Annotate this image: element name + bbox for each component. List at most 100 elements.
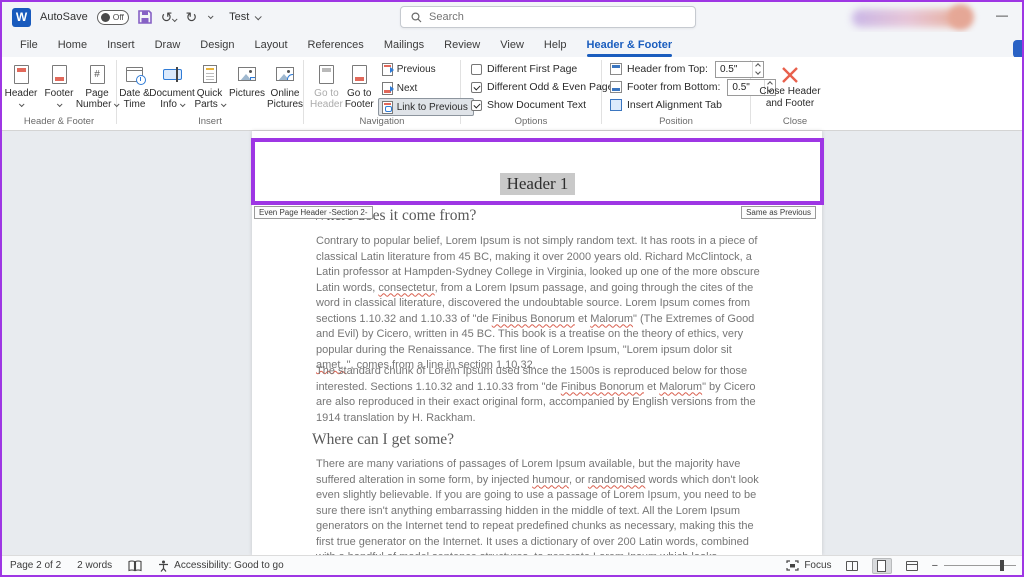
title-bar: W AutoSave Off ↺ ↻ Test — [2, 2, 1022, 32]
document-canvas: Header 1 Even Page Header -Section 2- Sa… [2, 131, 1022, 555]
tab-mailings[interactable]: Mailings [374, 35, 434, 55]
save-icon[interactable] [138, 10, 152, 24]
show-document-text-checkbox[interactable]: Show Document Text [461, 96, 601, 114]
doc-paragraph-1: Contrary to popular belief, Lorem Ipsum … [316, 234, 768, 374]
group-label-close: Close [751, 116, 839, 127]
document-title[interactable]: Test [229, 11, 260, 23]
header-from-top-input[interactable] [716, 64, 752, 75]
go-to-footer-icon [352, 62, 367, 86]
group-label-navigation: Navigation [304, 116, 460, 127]
close-icon [779, 64, 801, 86]
tab-review[interactable]: Review [434, 35, 490, 55]
word-window: W AutoSave Off ↺ ↻ Test — File Home Inse… [0, 0, 1024, 577]
tab-layout[interactable]: Layout [245, 35, 298, 55]
header-from-top-label: Header from Top: [627, 63, 708, 75]
focus-button[interactable]: Focus [786, 560, 831, 571]
avatar[interactable] [948, 4, 974, 30]
pictures-icon [238, 62, 256, 86]
autosave-toggle[interactable]: Off [97, 10, 129, 25]
ribbon-edge-button[interactable] [1013, 40, 1022, 58]
tab-view[interactable]: View [490, 35, 534, 55]
doc-paragraph-2: The standard chunk of Lorem Ipsum used s… [316, 364, 768, 426]
web-layout-icon [906, 561, 918, 571]
web-layout-button[interactable] [902, 558, 922, 574]
quick-parts-button[interactable]: Quick Parts [192, 60, 227, 110]
zoom-out-icon[interactable]: − [932, 560, 938, 572]
go-to-footer-button[interactable]: Go to Footer [345, 60, 374, 116]
same-as-previous-tag: Same as Previous [741, 206, 816, 219]
group-options: Different First Page Different Odd & Eve… [461, 57, 601, 130]
online-pictures-button[interactable]: Online Pictures [267, 60, 303, 110]
header-from-top-icon [610, 63, 622, 75]
footer-from-bottom-label: Footer from Bottom: [627, 81, 720, 93]
word-count[interactable]: 2 words [77, 560, 112, 571]
checkbox-icon [471, 82, 482, 93]
different-odd-even-pages-checkbox[interactable]: Different Odd & Even Pages [461, 78, 601, 96]
header-text-selected[interactable]: Header 1 [500, 173, 576, 195]
page-indicator[interactable]: Page 2 of 2 [10, 560, 61, 571]
minimize-button[interactable]: — [996, 8, 1008, 22]
undo-icon[interactable]: ↺ [161, 10, 177, 24]
tab-header-footer[interactable]: Header & Footer [577, 35, 683, 55]
different-first-page-checkbox[interactable]: Different First Page [461, 60, 601, 78]
read-mode-icon [846, 561, 858, 571]
tab-file[interactable]: File [10, 35, 48, 55]
group-close: Close Header and Footer Close [751, 57, 839, 130]
footer-button[interactable]: Footer [41, 60, 77, 110]
quick-parts-dropdown-icon [220, 101, 226, 107]
print-layout-button[interactable] [872, 558, 892, 574]
page-number-icon: # [90, 62, 105, 86]
search-bar[interactable] [400, 6, 696, 28]
zoom-slider[interactable]: − [932, 560, 1016, 572]
search-input[interactable] [429, 11, 649, 23]
header-dropdown-icon [19, 101, 25, 107]
insert-alignment-tab-icon [610, 99, 622, 111]
user-name-blurred [852, 9, 962, 27]
document-title-chevron-icon [255, 13, 262, 20]
ribbon: Header Footer # Page Number Header & Foo… [2, 57, 1022, 131]
proofing-icon[interactable] [128, 560, 142, 572]
go-to-header-button[interactable]: Go to Header [310, 60, 343, 116]
page-number-button[interactable]: # Page Number [79, 60, 115, 110]
tab-insert[interactable]: Insert [97, 35, 145, 55]
group-navigation: Go to Header Go to Footer Previous Next [304, 57, 460, 130]
tab-design[interactable]: Design [190, 35, 244, 55]
group-label-options: Options [461, 116, 601, 127]
header-button[interactable]: Header [3, 60, 39, 110]
zoom-thumb[interactable] [1000, 560, 1004, 571]
insert-alignment-tab-button[interactable]: Insert Alignment Tab [602, 96, 750, 114]
link-to-previous-button[interactable]: Link to Previous [378, 98, 474, 116]
accessibility-status[interactable]: Accessibility: Good to go [158, 560, 284, 572]
read-mode-button[interactable] [842, 558, 862, 574]
link-to-previous-icon [382, 101, 393, 114]
print-layout-icon [877, 560, 886, 572]
document-info-button[interactable]: Document Info [154, 60, 190, 110]
autosave-label: AutoSave [40, 11, 88, 23]
header-section-tag: Even Page Header -Section 2- [254, 206, 373, 219]
tab-draw[interactable]: Draw [145, 35, 191, 55]
tab-references[interactable]: References [298, 35, 374, 55]
zoom-track[interactable] [944, 565, 1016, 567]
tab-help[interactable]: Help [534, 35, 577, 55]
checkbox-icon [471, 100, 482, 111]
close-header-footer-button[interactable]: Close Header and Footer [751, 60, 829, 109]
group-label-position: Position [602, 116, 750, 127]
word-app-icon: W [12, 8, 31, 27]
next-button[interactable]: Next [378, 79, 474, 97]
toggle-knob [101, 13, 110, 22]
pictures-button[interactable]: Pictures [229, 60, 265, 110]
checkbox-icon [471, 64, 482, 75]
undo-dropdown-icon[interactable] [172, 16, 178, 22]
accessibility-icon [158, 560, 169, 572]
date-time-button[interactable]: Date & Time [117, 60, 152, 110]
previous-button[interactable]: Previous [378, 60, 474, 78]
group-insert: Date & Time Document Info Quick Parts Pi… [117, 57, 303, 130]
doc-heading-2: Where can I get some? [312, 431, 454, 449]
quick-access-overflow-icon[interactable] [208, 13, 214, 19]
group-label-header-footer: Header & Footer [2, 116, 116, 127]
redo-icon[interactable]: ↻ [185, 10, 197, 24]
tab-home[interactable]: Home [48, 35, 97, 55]
focus-icon [786, 560, 799, 571]
autosave-state: Off [113, 12, 124, 22]
page-header-region[interactable]: Header 1 [251, 138, 824, 205]
